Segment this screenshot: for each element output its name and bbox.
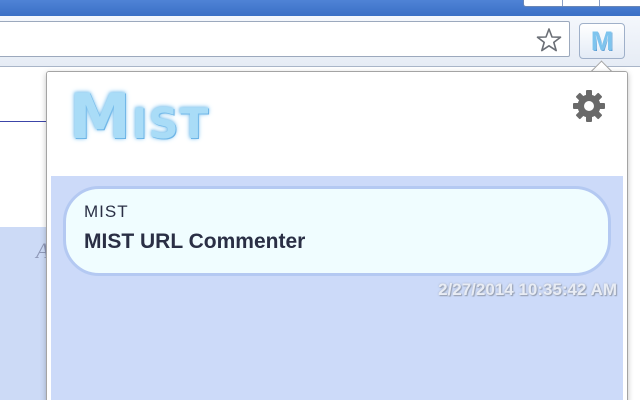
star-icon[interactable] <box>535 26 563 54</box>
page-divider <box>0 121 50 122</box>
mist-popup: MIST MIST MIST URL Commenter 2/27/2014 1… <box>46 71 628 400</box>
browser-window: M A MIST MIST MIST URL Commenter 2/27/20… <box>0 0 640 400</box>
mist-extension-button[interactable]: M <box>579 23 625 59</box>
logo-initial: M <box>69 80 132 153</box>
title-bar <box>0 0 640 16</box>
comment-text: MIST URL Commenter <box>84 230 306 253</box>
popup-header: MIST <box>47 72 627 176</box>
comment-bubble: MIST MIST URL Commenter <box>63 186 611 276</box>
comments-panel: MIST MIST URL Commenter 2/27/2014 10:35:… <box>51 176 623 400</box>
address-bar[interactable] <box>0 21 570 57</box>
maximize-button[interactable] <box>562 0 599 6</box>
close-window-button[interactable] <box>599 0 640 6</box>
browser-toolbar: M <box>0 16 640 67</box>
page-background-panel <box>0 283 52 400</box>
comment-author: MIST <box>84 202 129 221</box>
logo-remainder: IST <box>131 99 210 148</box>
mist-logo: MIST <box>69 86 209 148</box>
window-controls <box>523 0 640 7</box>
gear-icon[interactable] <box>571 88 607 124</box>
extension-button-label: M <box>590 25 614 56</box>
comment-timestamp: 2/27/2014 10:35:42 AM <box>438 280 617 299</box>
